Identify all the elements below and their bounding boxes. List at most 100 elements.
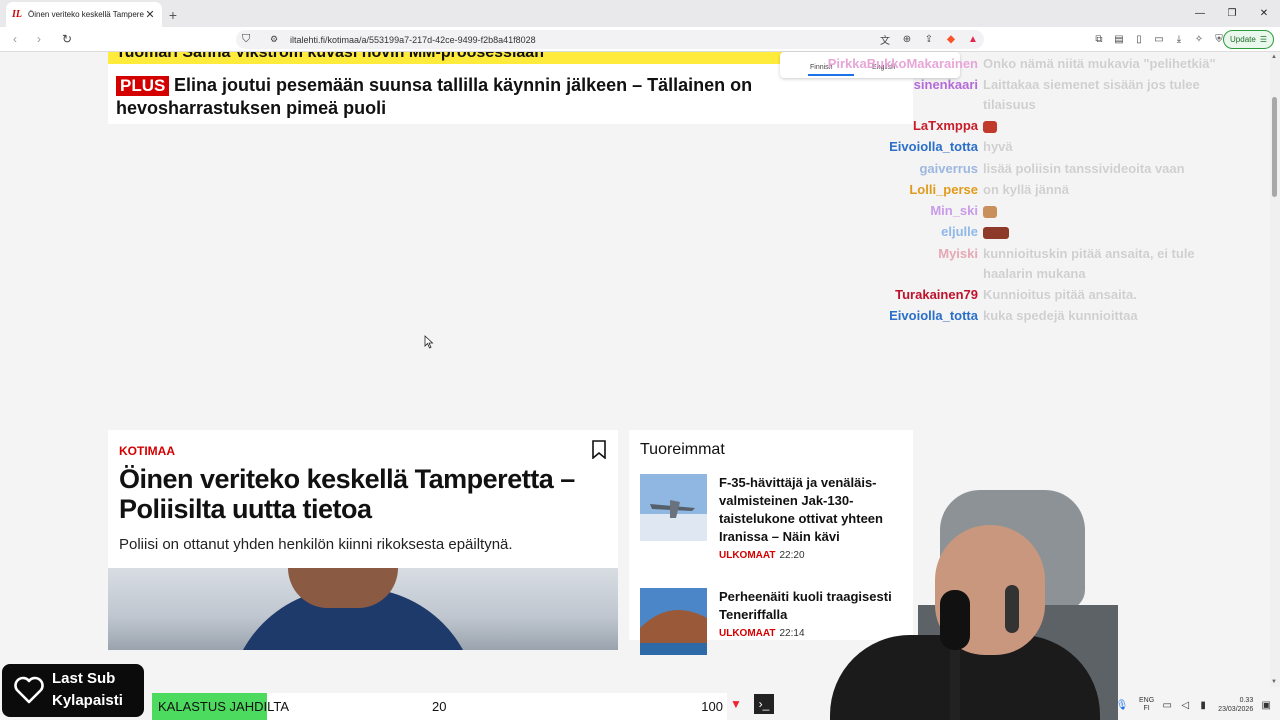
last-sub-title: Last Sub (52, 670, 116, 687)
window-controls: — ❐ ✕ (1184, 0, 1280, 27)
chat-text (983, 222, 1233, 242)
emote-icon (983, 205, 997, 218)
clock-date: 23/03/2026 (1218, 706, 1254, 713)
last-sub-widget: Last Sub Kylapaisti (2, 664, 144, 717)
heart-icon (14, 676, 44, 704)
latest-news-title: Tuoreimmat (640, 441, 725, 458)
update-button[interactable]: Update ☰ (1223, 30, 1274, 49)
clock-time: 0.33 (1239, 697, 1254, 704)
chat-username: sinenkaari (913, 77, 978, 92)
goal-max: 100 (701, 699, 723, 714)
chat-username: Myiski (938, 246, 978, 261)
chat-username: Min_ski (930, 203, 978, 218)
extension-tools: ⧉ ▤ ▯ ▭ ⤓ ✧ ⛨ (1092, 32, 1226, 46)
webcam-headset (1005, 585, 1019, 633)
goal-label: KALASTUS JAHDILTA (158, 699, 289, 714)
tab-bar: IL Öinen veriteko keskellä Tampereel ✕ +… (0, 0, 1280, 27)
volume-icon[interactable]: ◁ (1178, 698, 1192, 712)
emote-icon (983, 120, 997, 133)
battery-icon[interactable]: ▮ (1196, 698, 1210, 712)
article-headline[interactable]: Öinen veriteko keskellä Tamperetta – Pol… (119, 464, 609, 524)
address-bar-icons: 文 ⊕ ⇪ ◆ ▲ (878, 32, 980, 47)
chat-text: on kyllä jännä (983, 182, 1069, 197)
chat-username: Turakainen79 (895, 287, 978, 302)
lang-bottom: FI (1143, 705, 1150, 712)
mouse-cursor-icon (424, 335, 434, 349)
bookmark-page-icon[interactable]: ⛉ (242, 33, 256, 46)
webcam-overlay (800, 485, 1120, 720)
back-icon[interactable]: ‹ (6, 30, 24, 48)
taskbar-clock[interactable]: 0.33 23/03/2026 (1218, 696, 1253, 714)
last-sub-name: Kylapaisti (52, 692, 123, 709)
chat-text: Kunnioitus pitää ansaita. (983, 287, 1137, 302)
chat-text (983, 201, 1233, 221)
zoom-icon[interactable]: ⊕ (900, 32, 914, 46)
goal-progress-bar: KALASTUS JAHDILTA 20 100 (152, 693, 727, 720)
chat-text: Laittakaa siemenet sisään jos tulee tila… (983, 77, 1200, 112)
minimize-icon[interactable]: — (1184, 0, 1216, 27)
chat-username: LaTxmppa (912, 118, 978, 133)
restore-icon[interactable]: ❐ (1216, 0, 1248, 27)
tab-title: Öinen veriteko keskellä Tampereel (28, 10, 144, 19)
close-tab-icon[interactable]: ✕ (144, 8, 156, 21)
news-meta: ULKOMAAT 22:20 (719, 550, 805, 561)
previous-headline-strip: Tuomari Sanna Vikström kuvasi hovin MM-p… (108, 52, 783, 64)
main-article-card[interactable]: KOTIMAA Öinen veriteko keskellä Tamperet… (108, 430, 618, 650)
chat-username: Eivoiolla_totta (889, 139, 978, 154)
taskbar-apps: ▼ ›_ (726, 694, 774, 714)
scroll-down-icon[interactable]: ▼ (1271, 679, 1277, 685)
lang-top: ENG (1139, 697, 1155, 704)
update-label: Update (1230, 35, 1256, 44)
language-indicator[interactable]: ENG FI (1139, 697, 1154, 713)
chat-text: Onko nämä niitä mukavia "pelihetkiä" (983, 56, 1216, 71)
system-tray: 🎙 ENG FI ▭ ◁ ▮ 0.33 23/03/2026 ▣ (1115, 690, 1280, 720)
article-lead: Poliisi on ottanut yhden henkilön kiinni… (119, 536, 513, 553)
browser-toolbar: ‹ › ↻ ⛉ ⚙ iltalehti.fi/kotimaa/a/553199a… (0, 27, 1280, 52)
app-shield-icon[interactable]: ▼ (726, 694, 746, 714)
leo-ai-icon[interactable]: ✧ (1192, 32, 1206, 46)
news-meta: ULKOMAAT 22:14 (719, 628, 805, 639)
plus-badge: PLUS (116, 76, 170, 96)
site-favicon-icon: IL (12, 8, 22, 20)
article-category[interactable]: KOTIMAA (119, 444, 175, 458)
wallet-icon[interactable]: ▭ (1152, 32, 1166, 46)
goal-current: 20 (432, 699, 447, 714)
network-icon[interactable]: ▭ (1160, 698, 1174, 712)
article-photo[interactable] (108, 568, 618, 650)
scroll-up-icon[interactable]: ▲ (1271, 54, 1277, 60)
webcam-mic-arm (950, 645, 960, 720)
scrollbar-thumb[interactable] (1272, 97, 1277, 197)
translate-icon[interactable]: 文 (878, 32, 892, 47)
site-info-icon[interactable]: ⚙ (270, 34, 284, 45)
chat-username: PirkkaBukkoMakarainen (827, 56, 978, 71)
chat-text: kuka spedejä kunnioittaa (983, 308, 1138, 323)
close-window-icon[interactable]: ✕ (1248, 0, 1280, 27)
mic-tray-icon[interactable]: 🎙 (1115, 698, 1129, 712)
news-thumbnail[interactable] (640, 474, 707, 541)
chat-text: hyvä (983, 139, 1013, 154)
new-tab-button[interactable]: + (162, 2, 184, 27)
extensions-icon[interactable]: ⧉ (1092, 32, 1106, 46)
address-bar[interactable]: ⛉ ⚙ iltalehti.fi/kotimaa/a/553199a7-217d… (236, 30, 984, 49)
screen: IL Öinen veriteko keskellä Tampereel ✕ +… (0, 0, 1280, 720)
chat-username: Eivoiolla_totta (889, 308, 978, 323)
terminal-icon[interactable]: ›_ (754, 694, 774, 714)
page-scrollbar[interactable]: ▲ ▼ (1270, 52, 1280, 687)
chat-username: eljulle (941, 224, 978, 239)
download-icon[interactable]: ⤓ (1172, 32, 1186, 46)
sidebar-icon[interactable]: ▯ (1132, 32, 1146, 46)
reload-icon[interactable]: ↻ (58, 30, 76, 48)
chat-username: gaiverrus (919, 161, 978, 176)
bookmark-icon[interactable] (592, 440, 606, 459)
forward-icon[interactable]: › (30, 30, 48, 48)
brave-shields-icon[interactable]: ◆ (944, 32, 958, 46)
share-icon[interactable]: ⇪ (922, 32, 936, 46)
chat-text: kunnioituskin pitää ansaita, ei tule haa… (983, 246, 1195, 281)
browser-tab[interactable]: IL Öinen veriteko keskellä Tampereel ✕ (6, 2, 162, 27)
brave-rewards-icon[interactable]: ▲ (966, 32, 980, 46)
notification-icon[interactable]: ▣ (1259, 698, 1273, 712)
plus-headline[interactable]: Elina joutui pesemään suunsa tallilla kä… (116, 74, 906, 120)
reading-list-icon[interactable]: ▤ (1112, 32, 1126, 46)
news-thumbnail[interactable] (640, 588, 707, 655)
url-text[interactable]: iltalehti.fi/kotimaa/a/553199a7-217d-42c… (290, 35, 536, 45)
